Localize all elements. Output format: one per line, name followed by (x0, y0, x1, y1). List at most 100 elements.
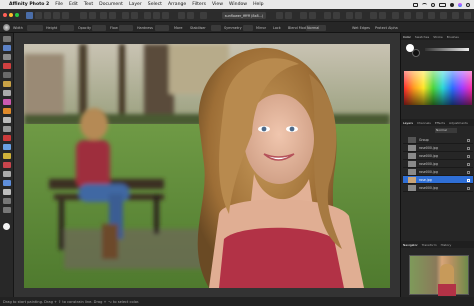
menu-arrange[interactable]: Arrange (168, 2, 186, 7)
user-icon[interactable] (450, 2, 454, 7)
more-button[interactable]: More (174, 26, 182, 30)
secondary-color-well[interactable] (412, 49, 420, 57)
window-zoom-icon[interactable] (15, 13, 19, 17)
effects-button[interactable] (440, 12, 447, 19)
snapping-button[interactable] (109, 12, 116, 19)
layer-row-selected[interactable]: rose.jpg (403, 176, 473, 184)
clock-icon[interactable] (466, 2, 470, 7)
layer-visibility-toggle[interactable] (467, 186, 470, 190)
persona-develop-button[interactable] (44, 12, 51, 19)
flood-select-tool-icon[interactable] (3, 54, 11, 60)
rotate-right-button[interactable] (285, 12, 292, 19)
text-tool-icon[interactable] (3, 189, 11, 195)
view-tool-button[interactable] (80, 12, 87, 19)
navigator-preview[interactable] (409, 255, 469, 296)
order-front-button[interactable] (309, 12, 316, 19)
move-tool-icon[interactable] (3, 36, 11, 42)
layer-row[interactable]: Group (403, 136, 473, 144)
layer-visibility-toggle[interactable] (467, 178, 470, 182)
opacity-field[interactable] (92, 24, 106, 31)
menu-window[interactable]: Window (229, 2, 247, 7)
order-back-button[interactable] (300, 12, 307, 19)
layer-visibility-toggle[interactable] (467, 146, 470, 150)
tab-history[interactable]: History (441, 243, 452, 247)
selection-intersect-button[interactable] (162, 12, 169, 19)
blur-tool-icon[interactable] (3, 144, 11, 150)
mirror-view-button[interactable] (355, 12, 362, 19)
adjustments-button[interactable] (428, 12, 435, 19)
tab-brushes[interactable]: Brushes (447, 35, 459, 39)
red-eye-tool-icon[interactable] (3, 162, 11, 168)
blend-mode-select[interactable]: Normal (306, 24, 326, 31)
window-minimize-icon[interactable] (9, 13, 13, 17)
persona-export-button[interactable] (62, 12, 69, 19)
shape-tool-icon[interactable] (3, 180, 11, 186)
tab-transform[interactable]: Transform (422, 243, 437, 247)
wifi-icon[interactable] (422, 2, 427, 7)
layer-blend-select[interactable]: Normal (435, 128, 457, 133)
gradient-tool-icon[interactable] (3, 117, 11, 123)
menu-edit[interactable]: Edit (69, 2, 78, 7)
persona-photo-button[interactable] (26, 12, 33, 19)
fill-tool-icon[interactable] (3, 108, 11, 114)
arrange-button[interactable] (178, 12, 185, 19)
selection-brush-tool-icon[interactable] (3, 45, 11, 51)
tab-effects[interactable]: Effects (435, 121, 445, 125)
stabiliser-field[interactable] (211, 24, 221, 31)
layer-visibility-toggle[interactable] (467, 162, 470, 166)
flip-button[interactable] (200, 12, 207, 19)
brush-preview-icon[interactable] (3, 24, 10, 31)
swatches-button[interactable] (404, 12, 411, 19)
tab-layers[interactable]: Layers (403, 121, 413, 125)
layer-row[interactable]: rose000.jpg (403, 184, 473, 192)
hardness-field[interactable] (155, 24, 169, 31)
rotate-left-button[interactable] (276, 12, 283, 19)
layer-visibility-toggle[interactable] (467, 138, 470, 142)
persona-liquify-button[interactable] (35, 12, 42, 19)
marquee-tool-icon[interactable] (3, 63, 11, 69)
menu-file[interactable]: File (55, 2, 63, 7)
window-close-icon[interactable] (3, 13, 7, 17)
battery-icon[interactable] (439, 2, 446, 7)
opacity-slider[interactable] (425, 48, 469, 51)
search-icon[interactable] (431, 2, 435, 7)
erase-tool-icon[interactable] (3, 99, 11, 105)
tab-stroke[interactable]: Stroke (433, 35, 443, 39)
tab-swatches[interactable]: Swatches (415, 35, 429, 39)
quick-mask-button[interactable] (122, 12, 129, 19)
zoom-tool-icon[interactable] (3, 207, 11, 213)
menu-text[interactable]: Text (84, 2, 93, 7)
selection-add-button[interactable] (144, 12, 151, 19)
layer-visibility-toggle[interactable] (467, 170, 470, 174)
document-canvas-image[interactable] (24, 44, 390, 288)
color-panel-button[interactable] (392, 12, 399, 19)
layers-button[interactable] (416, 12, 423, 19)
control-center-icon[interactable] (413, 2, 418, 7)
move-tool-button[interactable] (89, 12, 96, 19)
menu-app-name[interactable]: Affinity Photo 2 (9, 2, 49, 7)
tab-adjustments[interactable]: Adjustments (449, 121, 468, 125)
menu-filters[interactable]: Filters (192, 2, 206, 7)
tab-navigator[interactable]: Navigator (403, 243, 418, 247)
layer-row[interactable]: rose000.jpg (403, 168, 473, 176)
persona-tonemap-button[interactable] (53, 12, 60, 19)
layer-row[interactable]: rose000.jpg (403, 152, 473, 160)
refine-button[interactable] (131, 12, 138, 19)
wet-edges-toggle[interactable]: Wet Edges (352, 26, 370, 30)
color-picker-tool-icon[interactable] (3, 90, 11, 96)
menu-view[interactable]: View (212, 2, 223, 7)
width-field[interactable] (27, 24, 43, 31)
menu-document[interactable]: Document (99, 2, 123, 7)
view-tool-icon[interactable] (3, 198, 11, 204)
symmetry-field[interactable] (243, 24, 253, 31)
siri-icon[interactable] (458, 2, 462, 7)
healing-tool-icon[interactable] (3, 153, 11, 159)
layer-row[interactable]: rose000.jpg (403, 144, 473, 152)
studio-button[interactable] (379, 12, 386, 19)
layer-row[interactable]: rose000.jpg (403, 160, 473, 168)
protect-alpha-toggle[interactable]: Protect Alpha (375, 26, 398, 30)
height-field[interactable] (60, 24, 74, 31)
tab-color[interactable]: Color (403, 35, 411, 39)
foreground-color-swatch[interactable] (3, 223, 10, 230)
brush-mode-button[interactable] (324, 12, 331, 19)
